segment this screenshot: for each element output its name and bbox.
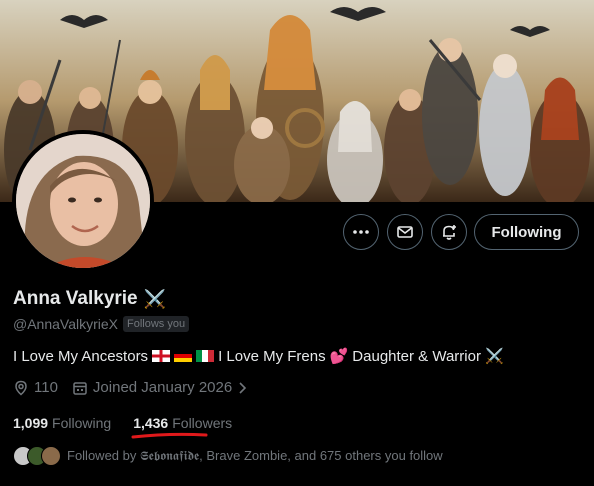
user-handle: @AnnaValkyrieX (13, 316, 118, 332)
followers-stat[interactable]: 1,436 Followers (133, 415, 232, 431)
profile-meta: 110 Joined January 2026 (13, 379, 261, 396)
mutual-avatar (41, 446, 61, 466)
crossed-swords-emoji: ⚔️ (143, 288, 167, 309)
more-horizontal-icon (353, 230, 369, 234)
england-flag-icon (152, 350, 171, 362)
avatar-photo (16, 134, 150, 268)
joined-item[interactable]: Joined January 2026 (72, 379, 247, 396)
location-pin-icon (15, 380, 27, 396)
following-label: Following (52, 415, 112, 431)
name-row: Anna Valkyrie ⚔️ (13, 288, 166, 310)
more-button[interactable] (343, 214, 379, 250)
followed-by-row[interactable]: Followed by 𝕾𝖊𝖇𝖔𝖓𝖆𝖋𝖎𝖉𝖊, Brave Zombie, an… (13, 446, 443, 466)
follow-stats: 1,099 Following 1,436 Followers (13, 415, 254, 431)
follows-you-badge: Follows you (123, 316, 190, 332)
bio-text-ancestors: I Love My Ancestors (13, 347, 149, 365)
profile-avatar[interactable] (12, 130, 154, 272)
mutual-avatars (13, 446, 61, 466)
bio: I Love My Ancestors I Love My Frens 💕 Da… (13, 347, 504, 366)
italy-flag-icon (196, 350, 215, 362)
red-annotation-underline (131, 432, 208, 439)
bell-plus-icon (443, 225, 456, 240)
following-button[interactable]: Following (474, 214, 579, 250)
envelope-icon (397, 226, 413, 238)
location-item: 110 (13, 379, 58, 396)
followers-label: Followers (172, 415, 233, 431)
message-button[interactable] (387, 214, 423, 250)
notify-button[interactable] (431, 214, 467, 250)
followers-count: 1,436 (133, 415, 169, 431)
following-count: 1,099 (13, 415, 49, 431)
bio-text-frens: I Love My Frens (218, 347, 326, 365)
handle-row: @AnnaValkyrieX Follows you (13, 316, 190, 332)
following-stat[interactable]: 1,099 Following (13, 415, 111, 431)
calendar-icon (73, 381, 87, 395)
chevron-right-icon (239, 381, 247, 394)
location-text: 110 (34, 379, 58, 396)
germany-flag-icon (174, 350, 193, 362)
bio-text-daughter: Daughter & Warrior (352, 347, 481, 365)
followed-by-text: Followed by 𝕾𝖊𝖇𝖔𝖓𝖆𝖋𝖎𝖉𝖊, Brave Zombie, an… (67, 448, 443, 463)
two-hearts-emoji: 💕 (329, 348, 349, 365)
crossed-swords-emoji: ⚔️ (484, 348, 504, 365)
joined-date: Joined January 2026 (92, 379, 233, 396)
display-name: Anna Valkyrie (13, 288, 138, 309)
